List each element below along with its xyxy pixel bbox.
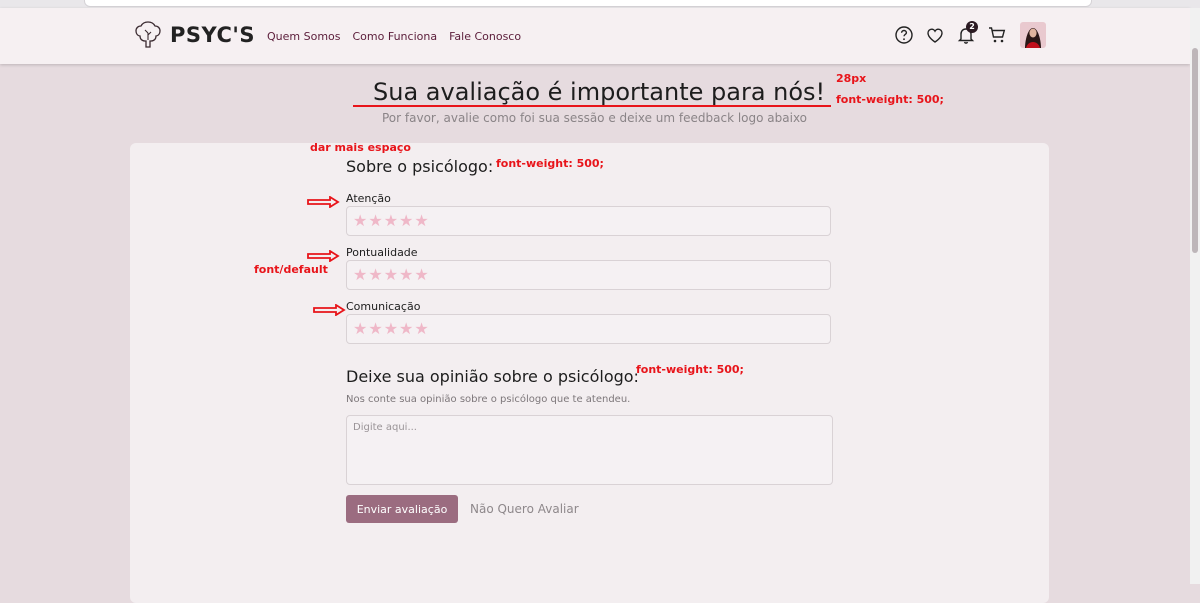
logo-text: PSYC'S xyxy=(170,23,255,47)
browser-chrome xyxy=(0,0,1200,8)
star-icon[interactable]: ★ xyxy=(353,213,367,229)
annotation-more-space: dar mais espaço xyxy=(310,141,411,154)
cart-icon xyxy=(989,27,1006,43)
star-icon[interactable]: ★ xyxy=(399,213,413,229)
scrollbar[interactable] xyxy=(1190,8,1200,584)
nav-link-fale-conosco[interactable]: Fale Conosco xyxy=(449,30,521,43)
rating-stars-pontualidade[interactable]: ★ ★ ★ ★ ★ xyxy=(346,260,831,290)
nav-links: Quem Somos Como Funciona Fale Conosco xyxy=(267,30,521,43)
star-icon[interactable]: ★ xyxy=(368,213,382,229)
rating-label-comunicacao: Comunicação xyxy=(346,300,421,313)
annotation-section2-weight: font-weight: 500; xyxy=(636,363,744,376)
star-icon[interactable]: ★ xyxy=(384,267,398,283)
rating-stars-atencao[interactable]: ★ ★ ★ ★ ★ xyxy=(346,206,831,236)
avatar[interactable] xyxy=(1020,22,1046,48)
skip-rating-link[interactable]: Não Quero Avaliar xyxy=(470,502,579,516)
star-icon[interactable]: ★ xyxy=(414,267,428,283)
logo[interactable]: PSYC'S xyxy=(132,18,255,52)
star-icon[interactable]: ★ xyxy=(399,321,413,337)
rating-label-atencao: Atenção xyxy=(346,192,391,205)
nav-link-como-funciona[interactable]: Como Funciona xyxy=(353,30,438,43)
annotation-label-font: font/default xyxy=(254,263,328,276)
star-icon[interactable]: ★ xyxy=(353,321,367,337)
rating-label-pontualidade: Pontualidade xyxy=(346,246,418,259)
arrow-right-icon xyxy=(307,250,340,262)
cart-button[interactable] xyxy=(987,25,1007,45)
annotation-title-weight: font-weight: 500; xyxy=(836,93,944,106)
nav-icons: 2 xyxy=(894,21,1046,48)
heart-icon xyxy=(927,28,943,43)
star-icon[interactable]: ★ xyxy=(384,321,398,337)
annotation-title-size: 28px xyxy=(836,72,867,85)
notification-badge: 2 xyxy=(966,21,978,33)
arrow-right-icon xyxy=(313,304,346,316)
star-icon[interactable]: ★ xyxy=(384,213,398,229)
notifications-button[interactable]: 2 xyxy=(956,21,978,45)
page-subtitle: Por favor, avalie como foi sua sessão e … xyxy=(382,111,808,125)
page-title: Sua avaliação é importante para nós! xyxy=(373,78,826,106)
browser-address-bar xyxy=(84,0,1092,7)
annotation-section1-weight: font-weight: 500; xyxy=(496,157,604,170)
navbar: PSYC'S Quem Somos Como Funciona Fale Con… xyxy=(0,8,1190,64)
annotation-arrow-icon xyxy=(306,250,340,262)
scrollbar-thumb[interactable] xyxy=(1192,48,1198,253)
star-icon[interactable]: ★ xyxy=(414,213,428,229)
nav-link-quem-somos[interactable]: Quem Somos xyxy=(267,30,341,43)
annotation-arrow-icon xyxy=(312,304,346,316)
section-title-opinion: Deixe sua opinião sobre o psicólogo: xyxy=(346,367,639,386)
star-icon[interactable]: ★ xyxy=(414,321,428,337)
user-photo-icon xyxy=(1020,22,1046,48)
arrow-right-icon xyxy=(307,196,340,208)
tree-head-logo-icon xyxy=(135,21,161,48)
opinion-textarea[interactable] xyxy=(346,415,833,485)
star-icon[interactable]: ★ xyxy=(368,321,382,337)
help-button[interactable] xyxy=(894,25,914,45)
opinion-help-text: Nos conte sua opinião sobre o psicólogo … xyxy=(346,394,631,405)
star-icon[interactable]: ★ xyxy=(368,267,382,283)
star-icon[interactable]: ★ xyxy=(399,267,413,283)
rating-stars-comunicacao[interactable]: ★ ★ ★ ★ ★ xyxy=(346,314,831,344)
favorites-button[interactable] xyxy=(925,25,945,45)
submit-rating-button[interactable]: Enviar avaliação xyxy=(346,495,458,523)
section-title-psychologist: Sobre o psicólogo: xyxy=(346,157,494,176)
annotation-arrow-icon xyxy=(306,196,340,208)
annotation-underline xyxy=(353,105,831,107)
help-circle-icon xyxy=(895,26,913,44)
star-icon[interactable]: ★ xyxy=(353,267,367,283)
